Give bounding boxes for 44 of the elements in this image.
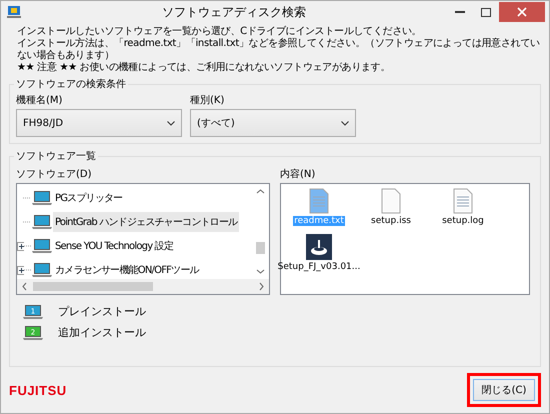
dropdown[interactable]: FH98/JD — [16, 109, 182, 137]
app-icon — [7, 5, 21, 19]
document-icon — [380, 188, 402, 214]
chevron-icon — [167, 120, 175, 126]
tree-item[interactable]: PointGrab ハンドジェスチャーコントロール — [53, 212, 240, 232]
field-label: 機種名(M) — [16, 94, 64, 107]
instruction-text: ★★ 注意 ★★ お使いの機種によっては、ご利用になれないソフトウェアがあります。 — [16, 62, 392, 74]
tree-view[interactable]: PGスプリッター PointGrab ハンドジェスチャーコントロール Sense YOU Technology 設定 カメラセンサー機能ON/OFFツール — [16, 183, 270, 295]
group-title: ソフトウェア一覧 — [14, 149, 98, 163]
file-name[interactable]: setup.log — [441, 216, 485, 226]
file-list[interactable]: readme.txt setup.iss setup.log Setup_FJ_v03.01... — [280, 183, 530, 295]
tree-line — [24, 245, 31, 247]
file-name[interactable]: setup.iss — [370, 216, 412, 226]
expand-icon[interactable] — [17, 242, 24, 250]
horizontal-scrollbar[interactable] — [17, 279, 269, 294]
close-dialog-button[interactable]: 閉じる(C) — [473, 379, 535, 401]
tree-line — [24, 269, 31, 271]
tree-item[interactable]: カメラセンサー機能ON/OFFツール — [53, 260, 201, 280]
group-title: ソフトウェアの検索条件 — [14, 77, 128, 91]
legend-label: プレインストール — [58, 304, 146, 319]
logo: FUJITSU — [9, 382, 67, 398]
laptop-icon — [31, 214, 53, 230]
close-button[interactable] — [499, 2, 545, 22]
laptop-icon — [31, 238, 53, 254]
instruction-text: インストールしたいソフトウェアを一覧から選び、Cドライブにインストールしてください。 — [16, 26, 422, 38]
document-icon — [308, 188, 330, 214]
field-label: ソフトウェア(D) — [16, 168, 93, 181]
laptop-icon — [31, 190, 53, 206]
chevron-icon — [341, 120, 349, 126]
maximize-icon — [481, 8, 491, 16]
instruction-text: インストール方法は、「readme.txt」「install.txt」などを参照してください。（ソフトウェアによっては用意されていない場合もあります） — [16, 38, 541, 62]
field-label: 種別(K) — [190, 94, 226, 107]
field-label: 内容(N) — [280, 168, 316, 181]
window-title: ソフトウェアディスク検索 — [161, 4, 307, 20]
expand-icon[interactable] — [17, 266, 24, 274]
minimize-icon — [455, 11, 465, 13]
document-icon — [452, 188, 474, 214]
tree-item[interactable]: Sense YOU Technology 設定 — [53, 236, 176, 256]
installer-icon — [306, 234, 332, 260]
dropdown[interactable]: (すべて) — [190, 109, 356, 137]
tree-item[interactable]: PGスプリッター — [53, 188, 124, 208]
laptop-icon — [31, 262, 53, 278]
legend-label: 追加インストール — [58, 325, 146, 340]
close-icon — [517, 7, 527, 17]
